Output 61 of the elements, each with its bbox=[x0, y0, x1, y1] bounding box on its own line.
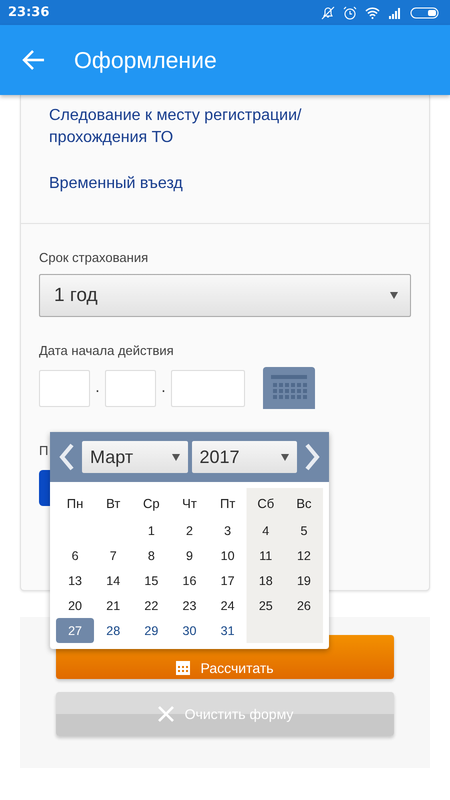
weekday-label: Ср bbox=[142, 494, 161, 513]
calendar-button[interactable] bbox=[263, 367, 315, 409]
calendar-day: 7 bbox=[94, 543, 132, 568]
close-icon bbox=[156, 705, 175, 723]
calendar-day: 14 bbox=[94, 568, 132, 593]
calculator-icon bbox=[176, 661, 190, 675]
calendar-day: 9 bbox=[170, 543, 209, 568]
year-field[interactable] bbox=[171, 370, 245, 406]
field-label: Дата начала действия bbox=[39, 343, 174, 358]
calendar-day: 24 bbox=[208, 593, 247, 618]
calendar-day: 5 bbox=[284, 518, 323, 543]
calendar-day: 20 bbox=[56, 593, 94, 618]
calendar-day: 11 bbox=[246, 543, 285, 568]
weekday-label: Вт bbox=[105, 494, 122, 512]
screen-title: Оформление bbox=[74, 46, 217, 74]
calendar-day: 25 bbox=[246, 593, 285, 618]
bell-off-icon bbox=[321, 6, 335, 20]
day-field[interactable] bbox=[39, 370, 90, 406]
date-separator: . bbox=[94, 380, 101, 396]
date-separator: . bbox=[160, 380, 167, 396]
calendar-day: 22 bbox=[132, 593, 170, 618]
field-label: П bbox=[39, 443, 48, 458]
weekday-label: Сб bbox=[256, 494, 276, 512]
calendar-day: 3 bbox=[208, 518, 247, 543]
back-arrow-icon[interactable] bbox=[22, 49, 46, 71]
calendar-day: 6 bbox=[56, 543, 94, 568]
calendar-day: 8 bbox=[132, 543, 170, 568]
calendar-day: 26 bbox=[284, 593, 323, 618]
option-link[interactable]: Следование к месту регистрации/ прохождения ТО bbox=[49, 105, 401, 149]
calendar-day: 18 bbox=[246, 568, 285, 593]
calendar-day: 13 bbox=[56, 568, 94, 593]
month-select[interactable]: Март bbox=[82, 441, 188, 473]
caret-icon bbox=[172, 454, 180, 460]
caret-icon bbox=[281, 454, 289, 460]
calendar-day: 4 bbox=[246, 518, 285, 543]
month-field[interactable] bbox=[105, 370, 156, 406]
caret-icon bbox=[390, 292, 398, 299]
weekday-label: Пт bbox=[218, 494, 236, 512]
field-label: Срок страхования bbox=[39, 250, 148, 265]
calendar-day: 23 bbox=[170, 593, 209, 618]
calendar-day: 17 bbox=[208, 568, 247, 593]
calendar-day: 10 bbox=[208, 543, 247, 568]
term-select[interactable]: 1 год bbox=[39, 274, 411, 317]
weekday-label: Вс bbox=[295, 494, 312, 512]
calendar-day: 2 bbox=[170, 518, 209, 543]
calendar-day: 12 bbox=[284, 543, 323, 568]
wifi-icon bbox=[365, 6, 380, 18]
battery-icon bbox=[410, 6, 440, 18]
calendar-day: 19 bbox=[284, 568, 323, 593]
calendar-day[interactable]: 27 bbox=[56, 618, 94, 643]
calendar-day: 16 bbox=[170, 568, 209, 593]
alarm-icon bbox=[343, 6, 357, 20]
calendar-day: 1 bbox=[132, 518, 170, 543]
status-time: 23:36 bbox=[8, 5, 50, 20]
option-link[interactable]: Временный въезд bbox=[49, 173, 401, 195]
calendar-day: 15 bbox=[132, 568, 170, 593]
calendar-day: 21 bbox=[94, 593, 132, 618]
signal-icon bbox=[388, 6, 402, 18]
weekday-label: Чт bbox=[181, 494, 198, 512]
weekday-label: Пн bbox=[66, 494, 84, 512]
year-select[interactable]: 2017 bbox=[192, 441, 297, 473]
